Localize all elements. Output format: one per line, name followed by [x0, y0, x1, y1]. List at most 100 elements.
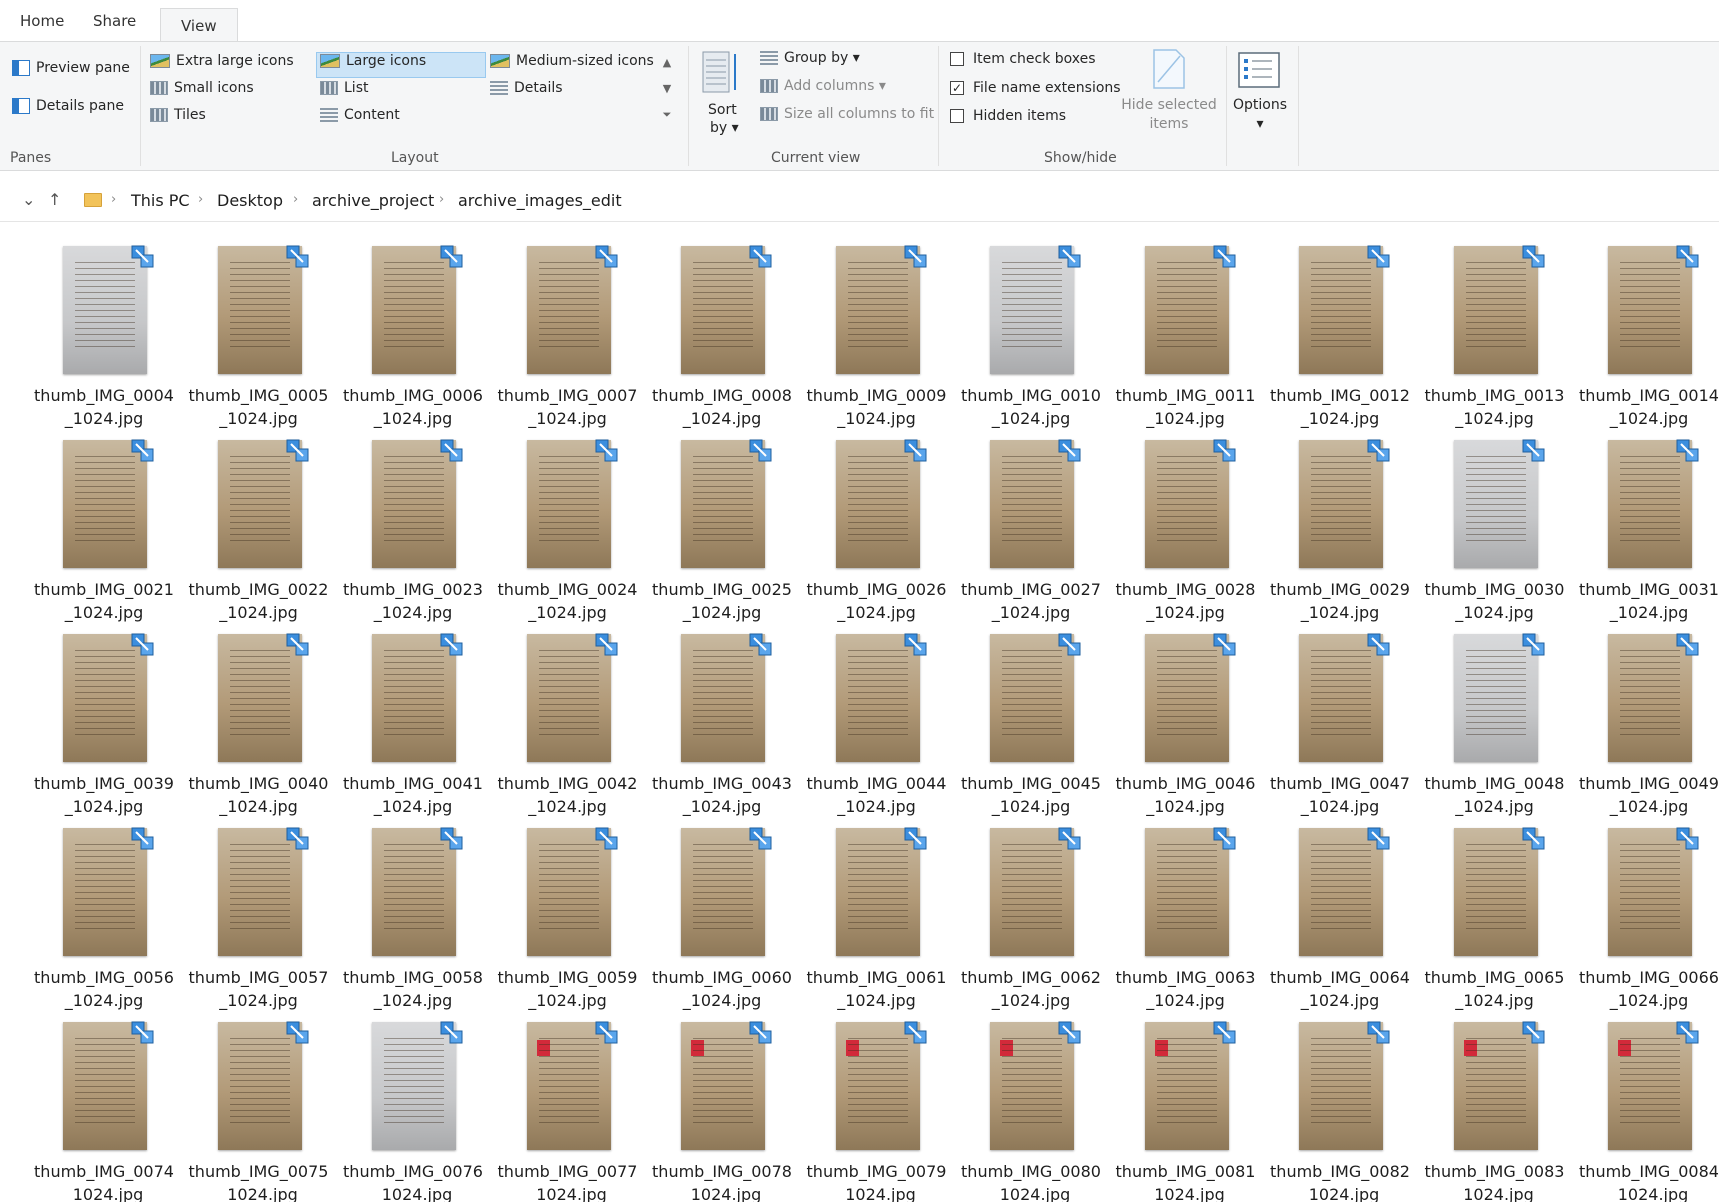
file-item[interactable]: thumb_IMG_0043 _1024.jpg — [652, 618, 792, 816]
file-item[interactable]: thumb_IMG_0044 _1024.jpg — [807, 618, 947, 816]
file-item[interactable]: thumb_IMG_0056 _1024.jpg — [34, 812, 174, 1010]
file-item[interactable]: thumb_IMG_0041 _1024.jpg — [343, 618, 483, 816]
file-item[interactable]: thumb_IMG_0082 _1024.jpg — [1270, 1006, 1410, 1202]
file-item[interactable]: thumb_IMG_0079 _1024.jpg — [807, 1006, 947, 1202]
layout-scroll-down-icon[interactable]: ▼ — [658, 78, 676, 100]
file-item[interactable]: thumb_IMG_0077 _1024.jpg — [498, 1006, 638, 1202]
tab-share[interactable]: Share — [93, 12, 136, 30]
breadcrumb-desktop[interactable]: Desktop — [217, 191, 283, 210]
add-columns-button[interactable]: Add columns ▾ — [760, 78, 886, 94]
file-item[interactable]: thumb_IMG_0083 _1024.jpg — [1425, 1006, 1565, 1202]
file-item[interactable]: thumb_IMG_0064 _1024.jpg — [1270, 812, 1410, 1010]
file-item[interactable]: thumb_IMG_0057 _1024.jpg — [189, 812, 329, 1010]
item-check-boxes-toggle[interactable]: Item check boxes — [950, 51, 1096, 67]
file-item[interactable]: thumb_IMG_0029 _1024.jpg — [1270, 424, 1410, 622]
group-by-button[interactable]: Group by ▾ — [760, 50, 860, 66]
options-icon[interactable] — [1238, 52, 1280, 88]
file-item[interactable]: thumb_IMG_0081 _1024.jpg — [1116, 1006, 1256, 1202]
file-item[interactable]: thumb_IMG_0049 _1024.jpg — [1579, 618, 1719, 816]
file-item[interactable]: thumb_IMG_0010 _1024.jpg — [961, 230, 1101, 428]
file-item[interactable]: thumb_IMG_0063 _1024.jpg — [1116, 812, 1256, 1010]
breadcrumb-archive-images-edit[interactable]: archive_images_edit — [458, 191, 622, 210]
breadcrumb-separator-icon[interactable]: › — [439, 192, 444, 207]
sort-by-label-1[interactable]: Sort — [708, 102, 737, 118]
file-item[interactable]: thumb_IMG_0042 _1024.jpg — [498, 618, 638, 816]
file-item[interactable]: thumb_IMG_0022 _1024.jpg — [189, 424, 329, 622]
file-item[interactable]: thumb_IMG_0078 _1024.jpg — [652, 1006, 792, 1202]
hidden-items-toggle[interactable]: Hidden items — [950, 108, 1066, 124]
file-item[interactable]: thumb_IMG_0046 _1024.jpg — [1116, 618, 1256, 816]
file-item[interactable]: thumb_IMG_0066 _1024.jpg — [1579, 812, 1719, 1010]
medium-icons-option[interactable]: Medium-sized icons — [490, 53, 654, 69]
details-option[interactable]: Details — [490, 80, 563, 96]
tab-view[interactable]: View — [160, 8, 238, 43]
file-item[interactable]: thumb_IMG_0059 _1024.jpg — [498, 812, 638, 1010]
hide-selected-items-button[interactable]: Hide selected items — [1121, 96, 1217, 134]
layout-expand-icon[interactable]: ⏷ — [658, 104, 676, 126]
file-item[interactable]: thumb_IMG_0040 _1024.jpg — [189, 618, 329, 816]
file-item[interactable]: thumb_IMG_0012 _1024.jpg — [1270, 230, 1410, 428]
content-option[interactable]: Content — [320, 107, 400, 123]
file-item[interactable]: thumb_IMG_0028 _1024.jpg — [1116, 424, 1256, 622]
tiles-option[interactable]: Tiles — [150, 107, 206, 123]
breadcrumb-separator-icon[interactable]: › — [111, 192, 116, 207]
breadcrumb-this-pc[interactable]: This PC — [131, 191, 190, 210]
file-name-base: thumb_IMG_0039 — [34, 774, 174, 793]
tab-home[interactable]: Home — [20, 12, 64, 30]
sort-by-icon[interactable] — [702, 50, 740, 98]
file-item[interactable]: thumb_IMG_0080 _1024.jpg — [961, 1006, 1101, 1202]
file-name-extensions-toggle[interactable]: ✓ File name extensions — [950, 80, 1121, 96]
file-item[interactable]: thumb_IMG_0045 _1024.jpg — [961, 618, 1101, 816]
file-item[interactable]: thumb_IMG_0039 _1024.jpg — [34, 618, 174, 816]
file-item[interactable]: thumb_IMG_0075 _1024.jpg — [189, 1006, 329, 1202]
file-name: thumb_IMG_0078 _1024.jpg — [652, 1160, 792, 1202]
file-item[interactable]: thumb_IMG_0060 _1024.jpg — [652, 812, 792, 1010]
hidden-items-checkbox[interactable] — [950, 109, 964, 123]
breadcrumb-separator-icon[interactable]: › — [198, 192, 203, 207]
file-name-extensions-checkbox[interactable]: ✓ — [950, 81, 964, 95]
list-option[interactable]: List — [320, 80, 368, 96]
file-item[interactable]: thumb_IMG_0011 _1024.jpg — [1116, 230, 1256, 428]
file-item[interactable]: thumb_IMG_0084 _1024.jpg — [1579, 1006, 1719, 1202]
file-item[interactable]: thumb_IMG_0025 _1024.jpg — [652, 424, 792, 622]
file-item[interactable]: thumb_IMG_0074 _1024.jpg — [34, 1006, 174, 1202]
file-item[interactable]: thumb_IMG_0065 _1024.jpg — [1425, 812, 1565, 1010]
file-item[interactable]: thumb_IMG_0005 _1024.jpg — [189, 230, 329, 428]
file-item[interactable]: thumb_IMG_0021 _1024.jpg — [34, 424, 174, 622]
recent-locations-chevron-down-icon[interactable]: ⌄ — [22, 190, 35, 209]
file-item[interactable]: thumb_IMG_0013 _1024.jpg — [1425, 230, 1565, 428]
file-item[interactable]: thumb_IMG_0009 _1024.jpg — [807, 230, 947, 428]
details-pane-button[interactable]: Details pane — [12, 98, 124, 114]
large-icons-option[interactable]: Large icons — [320, 53, 426, 69]
file-item[interactable]: thumb_IMG_0061 _1024.jpg — [807, 812, 947, 1010]
extra-large-icons-option[interactable]: Extra large icons — [150, 53, 294, 69]
file-item[interactable]: thumb_IMG_0008 _1024.jpg — [652, 230, 792, 428]
breadcrumb-archive-project[interactable]: archive_project — [312, 191, 434, 210]
file-item[interactable]: thumb_IMG_0026 _1024.jpg — [807, 424, 947, 622]
file-item[interactable]: thumb_IMG_0030 _1024.jpg — [1425, 424, 1565, 622]
up-arrow-icon[interactable]: ↑ — [48, 190, 61, 209]
file-item[interactable]: thumb_IMG_0027 _1024.jpg — [961, 424, 1101, 622]
hide-selected-items-icon[interactable] — [1152, 48, 1186, 90]
small-icons-option[interactable]: Small icons — [150, 80, 254, 96]
sort-by-label-2[interactable]: by ▾ — [710, 120, 739, 136]
options-button[interactable]: Options ▾ — [1232, 96, 1288, 134]
size-all-columns-button[interactable]: Size all columns to fit — [760, 106, 934, 122]
file-item[interactable]: thumb_IMG_0076 _1024.jpg — [343, 1006, 483, 1202]
item-check-boxes-checkbox[interactable] — [950, 52, 964, 66]
file-item[interactable]: thumb_IMG_0023 _1024.jpg — [343, 424, 483, 622]
file-item[interactable]: thumb_IMG_0048 _1024.jpg — [1425, 618, 1565, 816]
file-item[interactable]: thumb_IMG_0006 _1024.jpg — [343, 230, 483, 428]
file-item[interactable]: thumb_IMG_0007 _1024.jpg — [498, 230, 638, 428]
file-item[interactable]: thumb_IMG_0024 _1024.jpg — [498, 424, 638, 622]
file-item[interactable]: thumb_IMG_0004 _1024.jpg — [34, 230, 174, 428]
preview-pane-button[interactable]: Preview pane — [12, 60, 130, 76]
file-item[interactable]: thumb_IMG_0062 _1024.jpg — [961, 812, 1101, 1010]
layout-group-label: Layout — [391, 150, 439, 166]
file-item[interactable]: thumb_IMG_0014 _1024.jpg — [1579, 230, 1719, 428]
breadcrumb-separator-icon[interactable]: › — [293, 192, 298, 207]
file-item[interactable]: thumb_IMG_0031 _1024.jpg — [1579, 424, 1719, 622]
layout-scroll-up-icon[interactable]: ▲ — [658, 52, 676, 74]
file-item[interactable]: thumb_IMG_0047 _1024.jpg — [1270, 618, 1410, 816]
file-item[interactable]: thumb_IMG_0058 _1024.jpg — [343, 812, 483, 1010]
